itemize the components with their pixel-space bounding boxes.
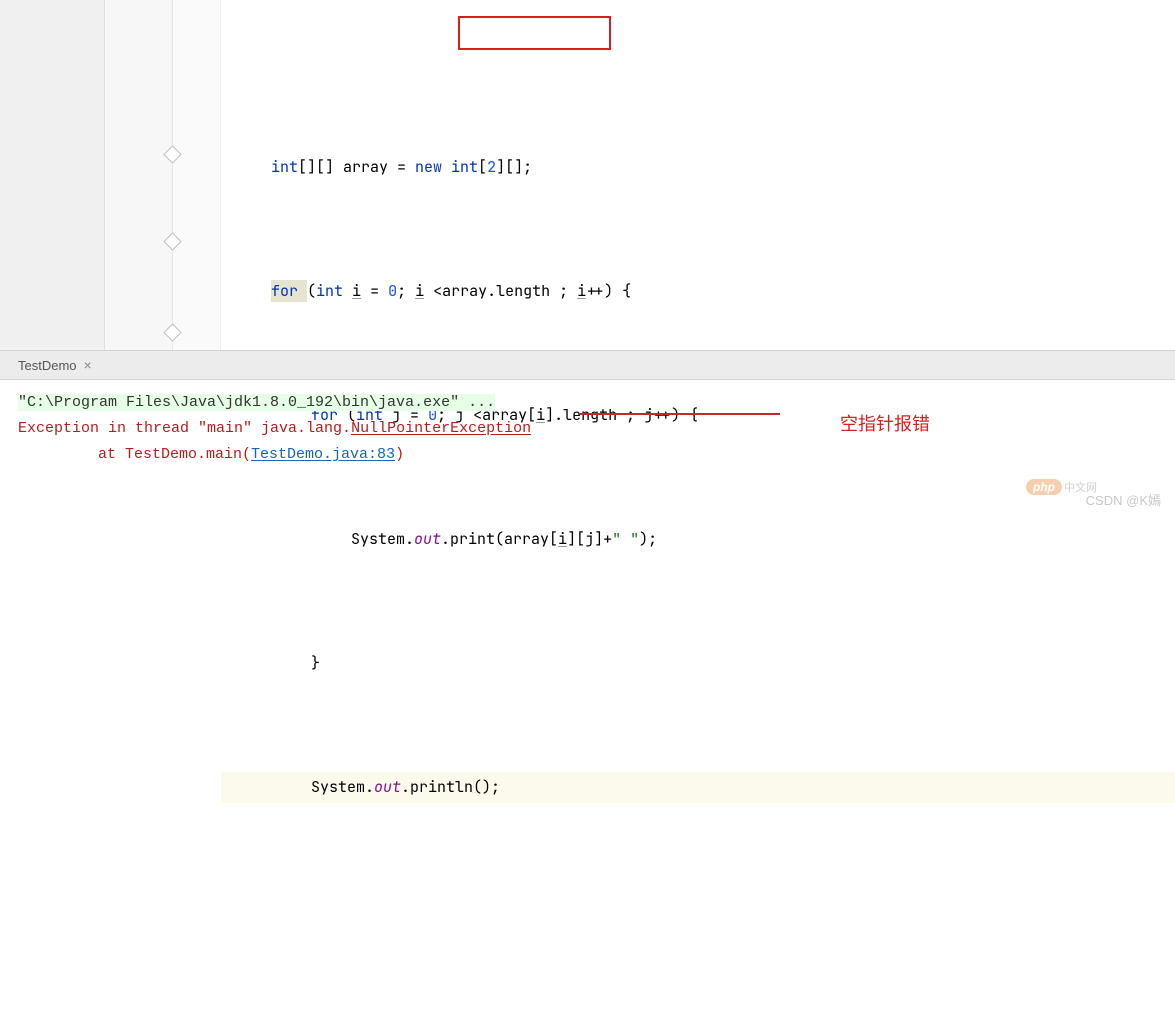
tab-testdemo[interactable]: TestDemo × xyxy=(18,357,92,373)
gutter-left xyxy=(0,0,105,350)
code-line[interactable] xyxy=(221,896,1175,927)
close-icon[interactable]: × xyxy=(84,357,92,373)
exception-link[interactable]: NullPointerException xyxy=(351,420,531,437)
code-line[interactable]: System.out.print(array[i][j]+" "); xyxy=(221,524,1175,555)
indent-guide xyxy=(173,0,221,350)
code-line[interactable]: int[][] array = new int[2][]; xyxy=(221,152,1175,183)
annotation-text: 空指针报错 xyxy=(840,410,930,436)
console-output[interactable]: "C:\Program Files\Java\jdk1.8.0_192\bin\… xyxy=(0,380,1175,478)
watermark-csdn: CSDN @K嫣 xyxy=(1086,490,1161,509)
tab-label: TestDemo xyxy=(18,358,77,373)
console-exception: Exception in thread "main" java.lang.Nul… xyxy=(18,416,1157,442)
underline-annotation xyxy=(580,413,780,415)
code-editor: int[][] array = new int[2][]; for (int i… xyxy=(0,0,1175,350)
console-stack-frame: at TestDemo.main(TestDemo.java:83) xyxy=(18,442,1157,468)
code-line[interactable]: } xyxy=(221,648,1175,679)
code-line[interactable]: for (int i = 0; i <array.length ; i++) { xyxy=(221,276,1175,307)
php-logo-icon: php xyxy=(1026,479,1062,495)
code-pane[interactable]: int[][] array = new int[2][]; for (int i… xyxy=(221,0,1175,350)
gutter-fold xyxy=(105,0,173,350)
highlight-box xyxy=(458,16,611,50)
code-line[interactable]: } xyxy=(221,1020,1175,1026)
code-line[interactable]: System.out.println(); xyxy=(221,772,1175,803)
source-link[interactable]: TestDemo.java:83 xyxy=(251,446,395,463)
